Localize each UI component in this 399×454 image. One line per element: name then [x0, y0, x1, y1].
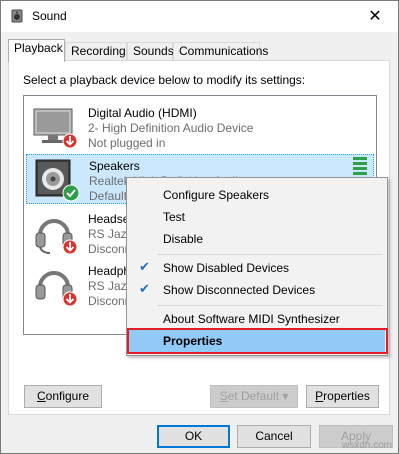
- menu-item-about-midi[interactable]: About Software MIDI Synthesizer: [129, 308, 385, 330]
- device-status: Not plugged in: [88, 136, 166, 150]
- cancel-button[interactable]: Cancel: [237, 425, 311, 448]
- device-status: Default: [89, 189, 128, 203]
- menu-item-show-disconnected[interactable]: ✔ Show Disconnected Devices: [129, 279, 385, 301]
- close-icon: ✕: [368, 6, 382, 25]
- tab-sounds[interactable]: Sounds: [127, 42, 174, 61]
- watermark: wsxdn.com: [341, 440, 392, 451]
- tab-communications[interactable]: Communications: [173, 42, 268, 61]
- annotation-highlight-box: [127, 328, 388, 354]
- tab-recording[interactable]: Recording: [65, 42, 127, 61]
- device-description: 2- High Definition Audio Device: [88, 121, 254, 135]
- configure-button[interactable]: Configure: [24, 385, 102, 408]
- menu-item-show-disabled[interactable]: ✔ Show Disabled Devices: [129, 257, 385, 279]
- ok-button[interactable]: OK: [157, 425, 230, 448]
- list-item[interactable]: Digital Audio (HDMI) 2- High Definition …: [26, 102, 374, 152]
- headset-icon: [35, 219, 78, 255]
- tab-playback[interactable]: Playback: [8, 39, 65, 62]
- menu-item-disable[interactable]: Disable: [129, 228, 385, 250]
- menu-item-test[interactable]: Test: [129, 206, 385, 228]
- set-default-button[interactable]: Set Default ▾: [210, 385, 298, 408]
- close-button[interactable]: ✕: [352, 1, 398, 32]
- chevron-down-icon: ▾: [282, 389, 289, 403]
- window-title: Sound: [32, 9, 67, 23]
- menu-separator: [157, 305, 383, 306]
- title-bar: Sound ✕: [1, 1, 398, 32]
- instruction-text: Select a playback device below to modify…: [23, 73, 306, 87]
- device-name: Digital Audio (HDMI): [88, 106, 197, 120]
- speaker-icon: [11, 9, 23, 23]
- menu-item-configure-speakers[interactable]: Configure Speakers: [129, 184, 385, 206]
- speaker-icon: [35, 159, 79, 202]
- device-name: Speakers: [89, 159, 140, 173]
- check-icon: ✔: [139, 282, 150, 297]
- check-icon: ✔: [139, 260, 150, 275]
- monitor-icon: [33, 108, 78, 149]
- headset-icon: [35, 271, 78, 307]
- menu-separator: [157, 254, 383, 255]
- properties-button[interactable]: Properties: [306, 385, 379, 408]
